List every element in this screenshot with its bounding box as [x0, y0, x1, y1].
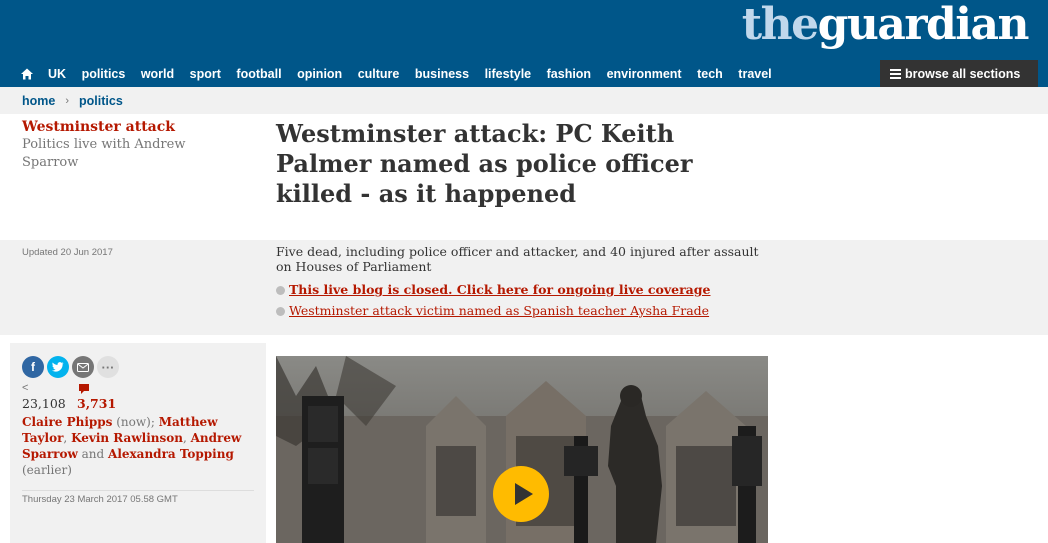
nav-items: UK politics world sport football opinion… [20, 60, 787, 87]
bullet-dot-icon [276, 285, 285, 295]
victim-named-link[interactable]: Westminster attack victim named as Spani… [289, 303, 709, 319]
page-title: Westminster attack: PC Keith Palmer name… [276, 119, 693, 208]
nav-link-fashion[interactable]: fashion [547, 67, 591, 81]
nav-link-environment[interactable]: environment [607, 67, 682, 81]
publish-date: Thursday 23 March 2017 05.58 GMT [22, 490, 254, 505]
standfirst-area: Updated 20 Jun 2017 Five dead, including… [0, 240, 1048, 335]
bullet-closed-notice: This live blog is closed. Click here for… [276, 282, 710, 298]
nav-link-tech[interactable]: tech [697, 67, 723, 81]
breadcrumb-separator-icon: › [65, 94, 70, 107]
more-share-options-icon[interactable]: ··· [97, 356, 119, 378]
breadcrumb: home › politics [0, 87, 1048, 114]
byline-text: , [182, 431, 191, 445]
comment-icon [79, 384, 89, 394]
email-share-icon[interactable] [72, 356, 94, 378]
play-icon[interactable] [493, 466, 549, 522]
comment-count[interactable]: 3,731 [77, 396, 116, 411]
contributor-link[interactable]: Alexandra Topping [108, 447, 234, 461]
standfirst: Five dead, including police officer and … [276, 244, 759, 274]
share-count: 23,108 [22, 396, 66, 411]
byline-text: and [77, 447, 109, 461]
bullet-related: Westminster attack victim named as Spani… [276, 303, 709, 319]
home-icon[interactable] [20, 67, 34, 81]
byline-text: , [63, 431, 72, 445]
nav-link-politics[interactable]: politics [82, 67, 126, 81]
nav-link-football[interactable]: football [236, 67, 281, 81]
guardian-logo[interactable]: theguardian [742, 0, 1030, 50]
nav-link-lifestyle[interactable]: lifestyle [485, 67, 532, 81]
nav-link-sport[interactable]: sport [190, 67, 221, 81]
nav-link-uk[interactable]: UK [48, 67, 66, 81]
byline: Claire Phipps (now); Matthew Taylor, Kev… [22, 414, 262, 478]
twitter-share-icon[interactable] [47, 356, 69, 378]
contributor-link[interactable]: Claire Phipps [22, 415, 112, 429]
nav-link-business[interactable]: business [415, 67, 469, 81]
browse-all-sections-button[interactable]: browse all sections [880, 60, 1038, 87]
nav-link-world[interactable]: world [141, 67, 174, 81]
contributor-link[interactable]: Kevin Rawlinson [71, 431, 183, 445]
byline-text: (earlier) [22, 463, 72, 477]
nav-link-culture[interactable]: culture [358, 67, 400, 81]
nav-link-opinion[interactable]: opinion [297, 67, 342, 81]
masthead: theguardian [0, 0, 1048, 60]
series-title[interactable]: Westminster attack [22, 118, 222, 136]
ongoing-coverage-link[interactable]: This live blog is closed. Click here for… [289, 282, 710, 298]
share-comment-counts: < 23,108 3,731 [22, 382, 254, 414]
facebook-share-icon[interactable]: f [22, 356, 44, 378]
play-triangle [515, 483, 533, 505]
article-meta: f ··· < 23,108 3,731 Claire Phipps (now)… [10, 343, 266, 543]
share-arrow-icon: < [22, 382, 29, 394]
headline-area: Westminster attack Politics live with An… [0, 114, 1048, 240]
nav-link-travel[interactable]: travel [738, 67, 771, 81]
series-label: Westminster attack Politics live with An… [22, 118, 222, 172]
series-subtitle: Politics live with Andrew Sparrow [22, 137, 186, 170]
bullet-dot-icon [276, 306, 285, 316]
byline-text: (now); [112, 415, 159, 429]
breadcrumb-home[interactable]: home [22, 94, 55, 108]
section-nav: UK politics world sport football opinion… [0, 60, 1048, 87]
updated-date: Updated 20 Jun 2017 [22, 247, 113, 258]
share-buttons: f ··· [22, 356, 254, 378]
browse-label: browse all sections [905, 66, 1021, 81]
breadcrumb-politics[interactable]: politics [79, 94, 123, 108]
menu-icon [890, 67, 901, 81]
